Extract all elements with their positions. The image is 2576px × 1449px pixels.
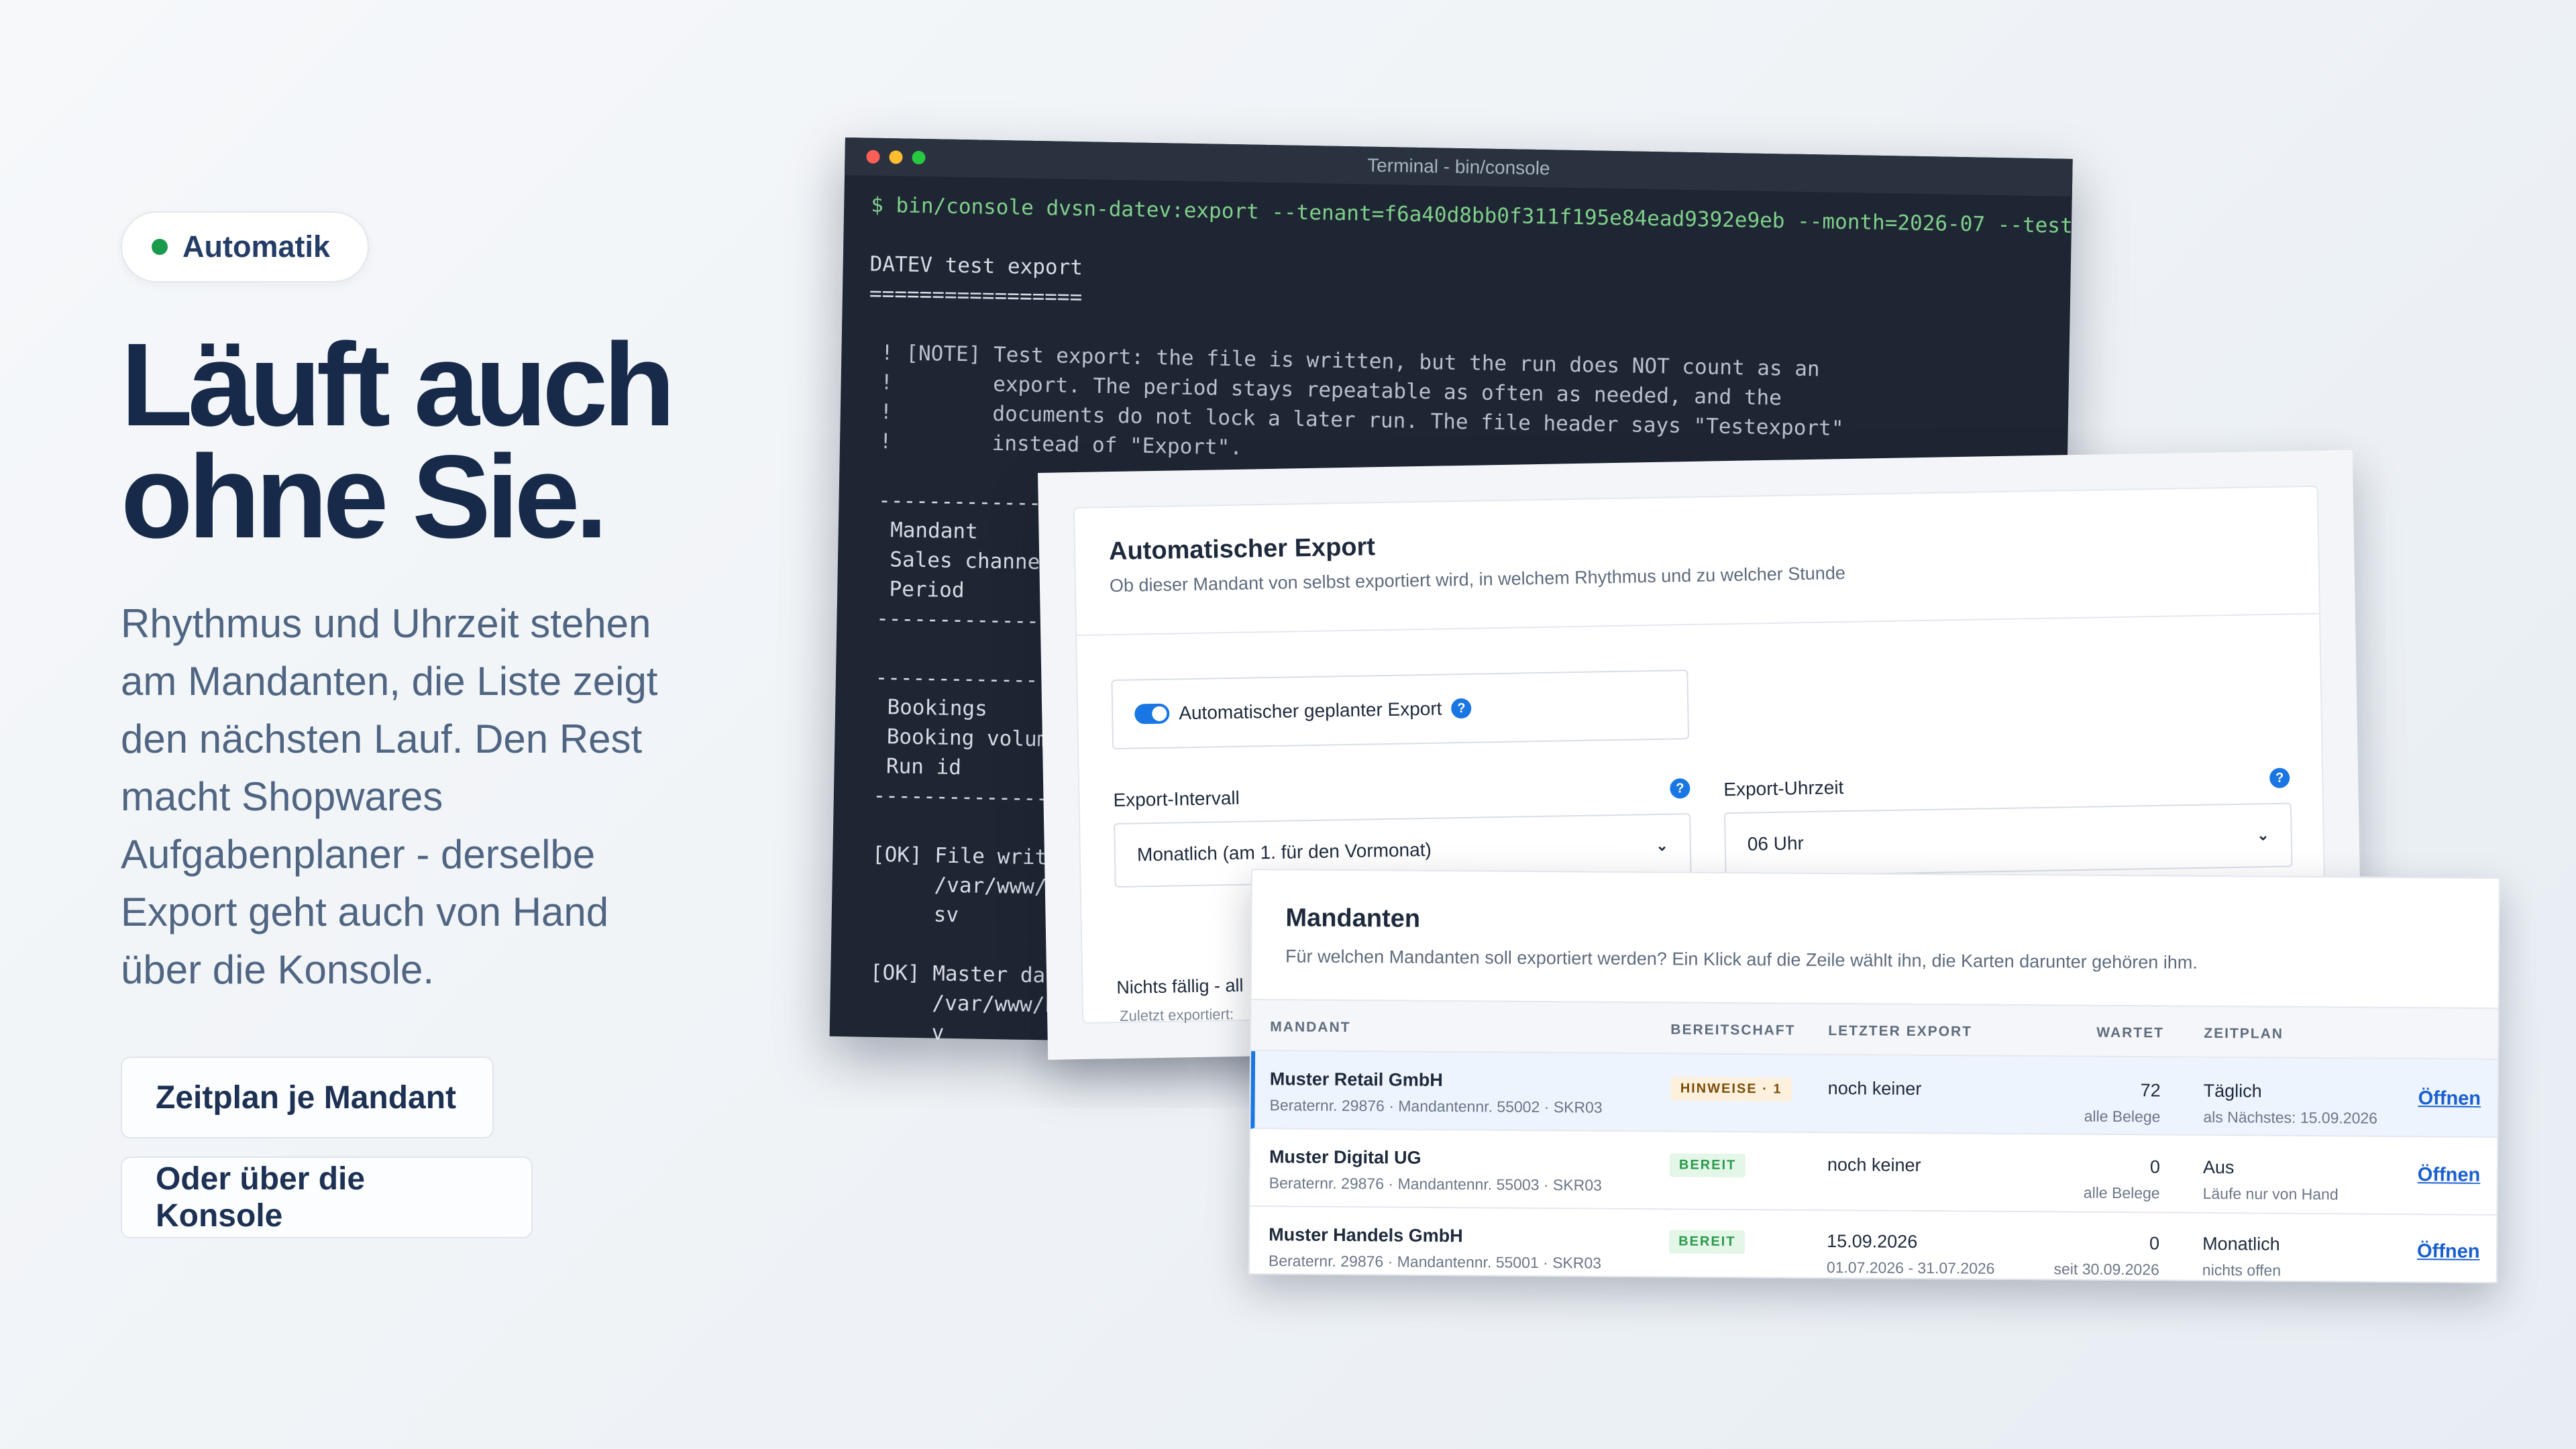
last-export-text: Zuletzt exportiert: — [1119, 1006, 1234, 1024]
row-last-export-cell: noch keiner — [1828, 1078, 1922, 1106]
maximize-window-icon[interactable] — [912, 150, 926, 165]
status-badge: BEREIT — [1669, 1153, 1746, 1178]
waiting-sub: alle Belege — [2084, 1107, 2161, 1126]
waiting-count: 0 — [2149, 1233, 2160, 1254]
lead-text: Rhythmus und Uhrzeit stehen am Mandanten… — [121, 601, 658, 992]
row-schedule-cell: Aus Läufe nur von Hand — [2203, 1157, 2339, 1203]
row-client-cell: Muster Handels GmbH Beraternr. 29876 · M… — [1269, 1224, 1602, 1272]
schedule-per-client-button[interactable]: Zeitplan je Mandant — [121, 1057, 494, 1138]
headline-line-2: ohne Sie. — [121, 431, 608, 563]
close-window-icon[interactable] — [866, 150, 880, 164]
headline-line-1: Läuft auch — [121, 319, 676, 451]
schedule-value: Täglich — [2203, 1080, 2262, 1102]
table-row[interactable]: Muster Handels GmbH Beraternr. 29876 · M… — [1250, 1207, 2497, 1293]
column-header-wartet[interactable]: WARTET — [2096, 1025, 2164, 1042]
row-last-export-cell: 15.09.2026 01.07.2026 - 31.07.2026 — [1827, 1231, 1995, 1278]
last-export-value: 15.09.2026 — [1827, 1231, 1918, 1252]
client-meta: Beraternr. 29876 · Mandantennr. 55001 · … — [1268, 1252, 1602, 1272]
open-link[interactable]: Öffnen — [2417, 1240, 2480, 1263]
auto-export-header: Automatischer Export Ob dieser Mandant v… — [1074, 486, 2319, 637]
column-header-mandant[interactable]: MANDANT — [1270, 1019, 1350, 1036]
help-icon[interactable]: ? — [1451, 698, 1472, 719]
open-link-label[interactable]: Öffnen — [2417, 1240, 2480, 1263]
waiting-sub: seit 30.09.2026 — [2053, 1260, 2159, 1279]
last-export-value: noch keiner — [1827, 1155, 1921, 1175]
badge-label: Automatik — [182, 229, 331, 264]
schedule-sub: als Nächstes: 15.09.2026 — [2203, 1108, 2378, 1127]
hero-section: Automatik Läuft auch ohne Sie. Rhythmus … — [121, 211, 698, 999]
client-name: Muster Retail GmbH — [1269, 1069, 1443, 1091]
last-export-value: noch keiner — [1827, 1078, 1922, 1099]
clients-table-header: MANDANT BEREITSCHAFT LETZTER EXPORT WART… — [1251, 999, 2498, 1060]
minimize-window-icon[interactable] — [889, 150, 903, 164]
automatik-badge: Automatik — [121, 211, 370, 282]
time-label: Export-Uhrzeit — [1723, 777, 1844, 800]
interval-label: Export-Intervall — [1113, 787, 1240, 811]
column-header-letzter-export[interactable]: LETZTER EXPORT — [1828, 1023, 1972, 1040]
clients-header: Mandanten Für welchen Mandanten soll exp… — [1252, 870, 2499, 1006]
window-controls — [866, 150, 926, 165]
row-waiting-cell: 0 seit 30.09.2026 — [2025, 1232, 2159, 1279]
client-name: Muster Digital UG — [1269, 1146, 1421, 1168]
clients-title: Mandanten — [1285, 904, 1421, 933]
client-meta: Beraternr. 29876 · Mandantennr. 55002 · … — [1269, 1096, 1603, 1116]
status-badge: BEREIT — [1669, 1230, 1746, 1254]
row-client-cell: Muster Retail GmbH Beraternr. 29876 · Ma… — [1269, 1069, 1603, 1116]
row-waiting-cell: 72 alle Belege — [2026, 1079, 2161, 1126]
chevron-down-icon: ⌄ — [1656, 837, 1669, 855]
column-header-zeitplan[interactable]: ZEITPLAN — [2204, 1026, 2284, 1042]
open-link-label[interactable]: Öffnen — [2418, 1164, 2481, 1186]
chevron-down-icon: ⌄ — [2257, 826, 2269, 844]
auto-export-toggle-field[interactable]: Automatischer geplanter Export ? — [1111, 669, 1690, 750]
toggle-switch[interactable] — [1134, 703, 1170, 724]
row-schedule-cell: Monatlich nichts offen — [2202, 1234, 2282, 1280]
last-export-range: 01.07.2026 - 31.07.2026 — [1826, 1258, 1995, 1277]
schedule-value: Monatlich — [2202, 1233, 2280, 1254]
schedule-sub: nichts offen — [2202, 1260, 2282, 1279]
headline: Läuft auch ohne Sie. — [121, 319, 698, 563]
interval-select-value: Monatlich (am 1. für den Vormonat) — [1136, 839, 1432, 865]
schedule-sub: Läufe nur von Hand — [2202, 1184, 2339, 1203]
row-status-cell: BEREIT — [1669, 1153, 1746, 1178]
table-row[interactable]: Muster Digital UG Beraternr. 29876 · Man… — [1250, 1129, 2498, 1216]
client-meta: Beraternr. 29876 · Mandantennr. 55003 · … — [1269, 1174, 1602, 1194]
time-help-icon[interactable]: ? — [2269, 767, 2290, 789]
waiting-sub: alle Belege — [2083, 1183, 2160, 1202]
waiting-count: 0 — [2149, 1157, 2161, 1177]
row-schedule-cell: Täglich als Nächstes: 15.09.2026 — [2203, 1081, 2377, 1128]
clients-card: Mandanten Für welchen Mandanten soll exp… — [1248, 869, 2500, 1283]
row-client-cell: Muster Digital UG Beraternr. 29876 · Man… — [1269, 1146, 1603, 1194]
console-button[interactable]: Oder über die Konsole — [121, 1157, 533, 1238]
open-link[interactable]: Öffnen — [2418, 1087, 2481, 1110]
clients-subtitle: Für welchen Mandanten soll exportiert we… — [1285, 946, 2198, 973]
time-select[interactable]: 06 Uhr ⌄ — [1723, 802, 2293, 877]
status-dot-icon — [152, 239, 168, 255]
client-name: Muster Handels GmbH — [1269, 1224, 1463, 1246]
time-select-value: 06 Uhr — [1747, 833, 1805, 855]
status-badge: HINWEISE · 1 — [1670, 1077, 1792, 1102]
table-row[interactable]: Muster Retail GmbH Beraternr. 29876 · Ma… — [1250, 1051, 2498, 1138]
waiting-count: 72 — [2140, 1080, 2161, 1101]
row-status-cell: BEREIT — [1669, 1230, 1746, 1254]
last-export-range — [1827, 1182, 1921, 1183]
interval-help-icon[interactable]: ? — [1670, 778, 1690, 799]
schedule-value: Aus — [2202, 1157, 2235, 1178]
toggle-label: Automatischer geplanter Export — [1179, 698, 1442, 724]
row-last-export-cell: noch keiner — [1827, 1155, 1921, 1183]
due-status-text: Nichts fällig - all — [1116, 975, 1244, 998]
open-link-label[interactable]: Öffnen — [2418, 1087, 2481, 1110]
row-status-cell: HINWEISE · 1 — [1670, 1077, 1792, 1102]
open-link[interactable]: Öffnen — [2418, 1164, 2481, 1187]
column-header-bereitschaft[interactable]: BEREITSCHAFT — [1670, 1022, 1795, 1038]
row-waiting-cell: 0 alle Belege — [2026, 1156, 2160, 1202]
